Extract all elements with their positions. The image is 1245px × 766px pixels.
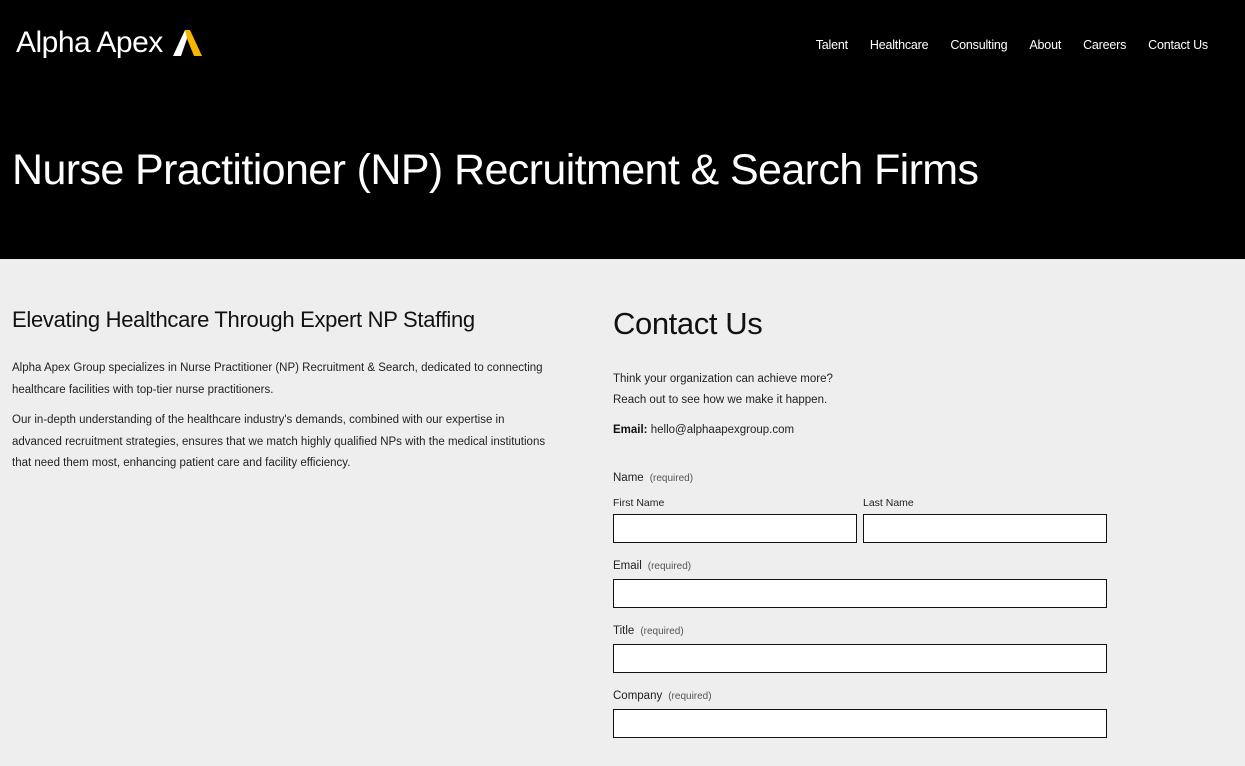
contact-intro-line-1: Think your organization can achieve more…	[613, 373, 833, 385]
title-label: Title	[613, 625, 635, 637]
email-label: Email	[613, 560, 642, 572]
first-name-input[interactable]	[613, 514, 857, 543]
logo-text: Alpha Apex	[16, 26, 163, 59]
title-field-label: Title (required)	[613, 625, 1107, 637]
name-field-label: Name (required)	[613, 472, 1107, 484]
contact-email: Email: hello@alphaapexgroup.com	[613, 424, 1107, 436]
name-required: (required)	[649, 473, 694, 484]
email-required: (required)	[647, 561, 692, 572]
contact-heading: Contact Us	[613, 306, 763, 341]
company-required: (required)	[668, 691, 712, 702]
title-input[interactable]	[613, 644, 1107, 673]
company-input[interactable]	[613, 709, 1107, 738]
intro-paragraph-2: Our in-depth understanding of the health…	[12, 414, 546, 469]
contact-email-value[interactable]: hello@alphaapexgroup.com	[651, 424, 794, 436]
company-field-group: Company (required)	[613, 690, 1107, 738]
intro-section: Elevating Healthcare Through Expert NP S…	[12, 307, 552, 475]
first-name-group: First Name	[613, 497, 857, 543]
first-name-label: First Name	[613, 497, 665, 509]
title-field-group: Title (required)	[613, 625, 1107, 673]
nav-consulting[interactable]: Consulting	[950, 38, 1007, 52]
site-header: Alpha Apex Talent Healthcare Consulting …	[0, 0, 1245, 259]
nav-careers[interactable]: Careers	[1083, 38, 1126, 52]
email-field-group: Email (required)	[613, 560, 1107, 608]
email-input[interactable]	[613, 579, 1107, 608]
contact-intro: Think your organization can achieve more…	[613, 369, 1107, 411]
last-name-label: Last Name	[863, 497, 914, 509]
company-field-label: Company (required)	[613, 690, 1107, 702]
email-field-label: Email (required)	[613, 560, 1107, 572]
last-name-input[interactable]	[863, 514, 1107, 543]
company-label: Company	[613, 690, 663, 702]
contact-section: Contact Us Think your organization can a…	[613, 306, 1107, 738]
contact-form: Name (required) First Name Last Name Emai…	[613, 472, 1107, 738]
page-title: Nurse Practitioner (NP) Recruitment & Se…	[12, 146, 979, 194]
main-nav: Talent Healthcare Consulting About Caree…	[816, 38, 1208, 52]
intro-paragraph-1: Alpha Apex Group specializes in Nurse Pr…	[12, 362, 543, 396]
last-name-group: Last Name	[863, 497, 1107, 543]
name-row: First Name Last Name	[613, 497, 1107, 543]
nav-contact-us[interactable]: Contact Us	[1148, 38, 1208, 52]
logo[interactable]: Alpha Apex	[16, 26, 202, 60]
nav-healthcare[interactable]: Healthcare	[870, 38, 929, 52]
nav-talent[interactable]: Talent	[816, 38, 848, 52]
contact-email-label: Email:	[613, 424, 648, 436]
title-required: (required)	[640, 626, 684, 637]
nav-about[interactable]: About	[1029, 38, 1061, 52]
name-label: Name	[613, 472, 644, 484]
apex-logo-icon	[172, 30, 202, 56]
contact-intro-line-2: Reach out to see how we make it happen.	[613, 394, 828, 406]
intro-heading: Elevating Healthcare Through Expert NP S…	[12, 307, 475, 332]
